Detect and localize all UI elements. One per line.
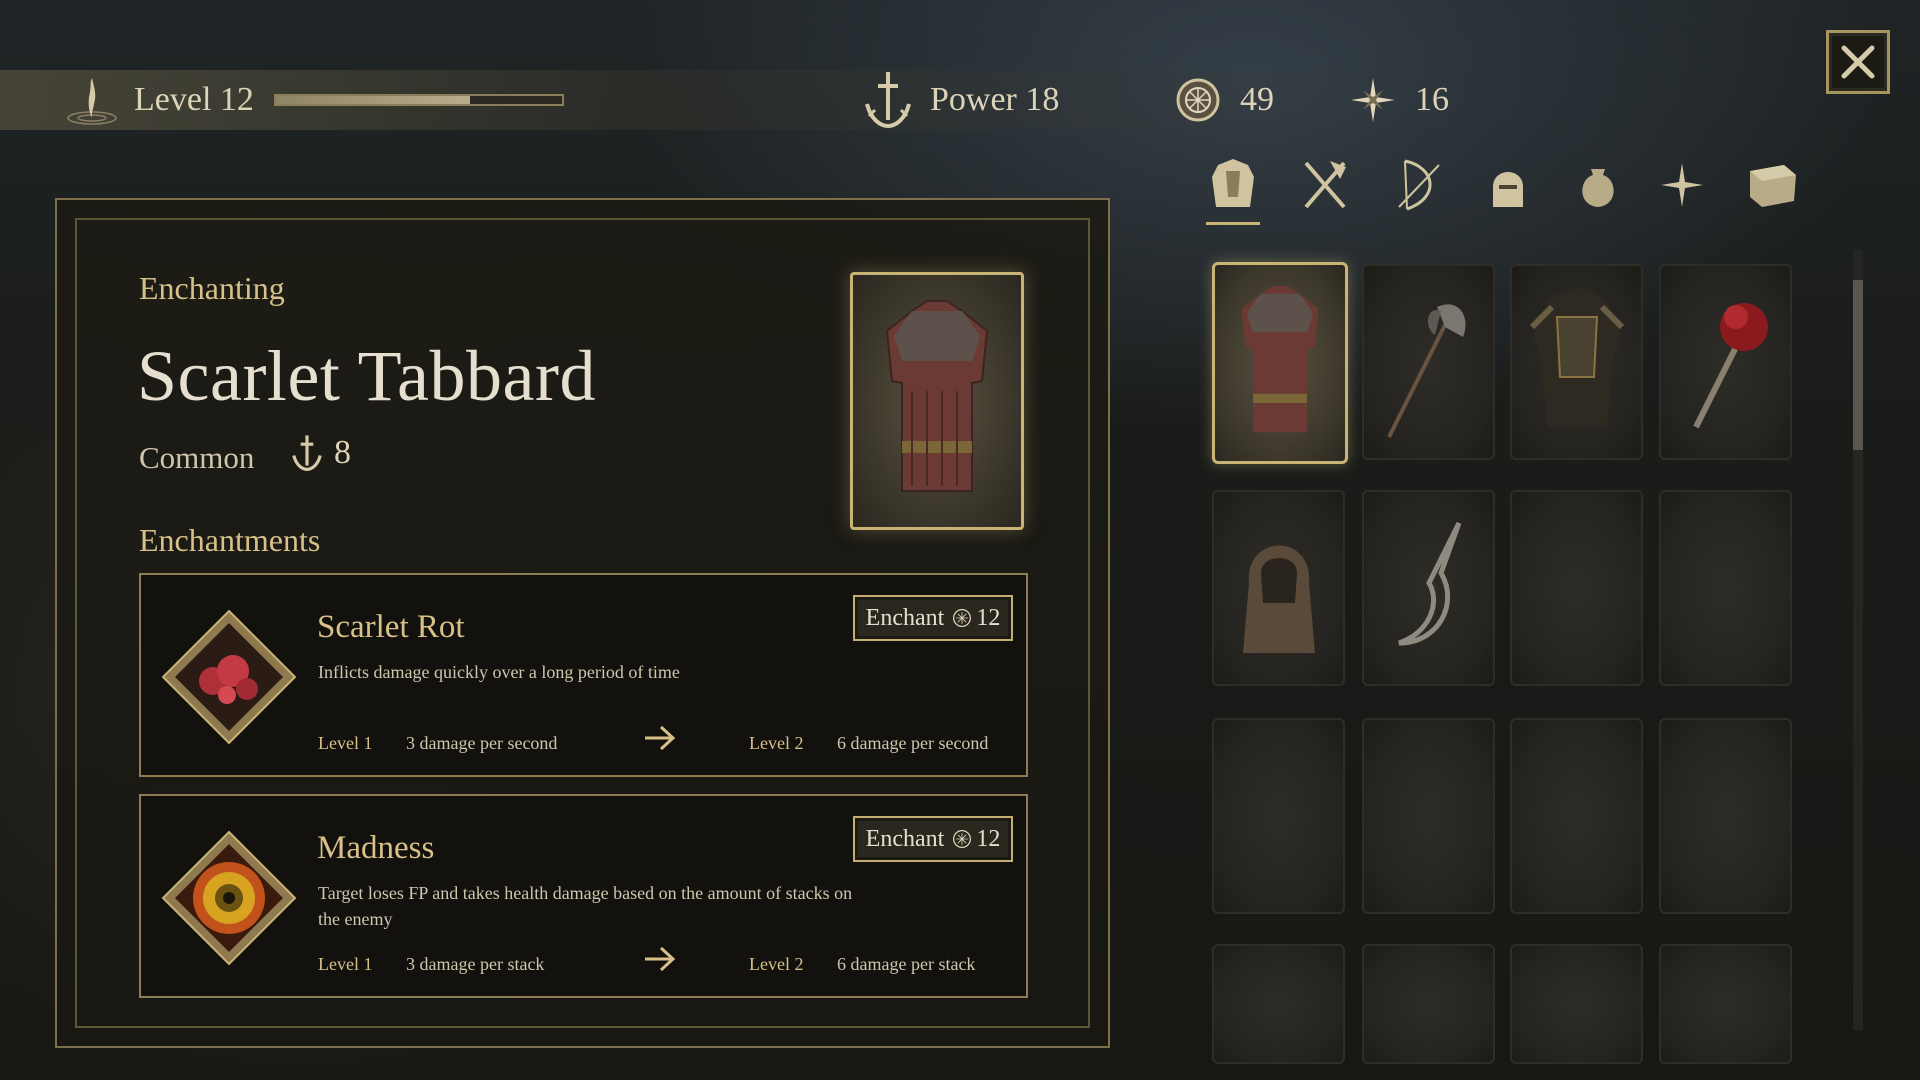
item-power: 8: [290, 432, 351, 474]
enchantment-description: Target loses FP and takes health damage …: [318, 883, 853, 929]
item-title: Scarlet Tabbard: [137, 336, 596, 416]
inventory-slot[interactable]: [1659, 490, 1792, 686]
frame-corner: [55, 198, 115, 253]
enchantment-name: Madness: [317, 830, 435, 866]
from-level: Level 1: [318, 954, 373, 974]
level-text: Level 12: [134, 81, 254, 118]
coins-count: 49: [1240, 81, 1274, 118]
rune-coin-icon: [952, 829, 972, 849]
sickle-icon: [1397, 521, 1461, 646]
enchant-cost: 12: [976, 825, 1001, 852]
tab-spells[interactable]: [1652, 155, 1712, 215]
enchant-button-label: Enchant: [865, 604, 945, 631]
stars-count: 16: [1415, 81, 1449, 118]
inventory-slot[interactable]: [1510, 490, 1643, 686]
enchantments-label: Enchantments: [139, 522, 321, 558]
arrow-right-icon: [645, 725, 676, 751]
pouch-icon: [1582, 169, 1614, 207]
madness-icon: [161, 830, 297, 966]
inventory-slot[interactable]: [1659, 718, 1792, 914]
bow-icon: [1398, 159, 1440, 211]
enchant-button[interactable]: Enchant 12: [853, 595, 1013, 641]
inventory-slot[interactable]: [1510, 264, 1643, 460]
inventory-slot[interactable]: [1212, 718, 1345, 914]
inventory-slot[interactable]: [1362, 718, 1495, 914]
section-label: Enchanting: [139, 270, 285, 306]
inventory-slot[interactable]: [1212, 262, 1348, 464]
item-power-value: 8: [334, 434, 351, 471]
hud-level: Level 12: [64, 75, 564, 125]
rune-coin-icon: [1170, 72, 1226, 128]
to-level: Level 2: [749, 733, 804, 753]
item-rarity: Common: [139, 440, 255, 475]
enchant-button[interactable]: Enchant 12: [853, 816, 1013, 862]
tab-consumables[interactable]: [1568, 155, 1628, 215]
inventory-slot[interactable]: [1362, 944, 1495, 1064]
bundle-icon: [1750, 165, 1796, 207]
dark-armor-icon: [1529, 287, 1624, 427]
tabard-icon: [885, 300, 989, 492]
flame-icon: [64, 72, 120, 128]
armor-icon: [1212, 159, 1254, 207]
enchantment-card: Madness Target loses FP and takes health…: [139, 794, 1028, 998]
helmet-icon: [1493, 172, 1523, 207]
to-value: 6 damage per second: [837, 733, 989, 753]
enchant-cost: 12: [976, 604, 1001, 631]
star-icon: [1345, 72, 1401, 128]
sword-anchor-icon: [860, 72, 916, 129]
halberd-icon: [1386, 304, 1465, 438]
from-value: 3 damage per second: [406, 733, 558, 753]
enchantment-card: Scarlet Rot Inflicts damage quickly over…: [139, 573, 1028, 777]
tab-helmets[interactable]: [1478, 155, 1538, 215]
scarlet-rot-icon: [161, 609, 297, 745]
tab-bows[interactable]: [1390, 155, 1450, 215]
inventory-scroll-thumb[interactable]: [1853, 280, 1863, 450]
frame-corner: [1050, 993, 1110, 1048]
inventory-slot[interactable]: [1212, 490, 1345, 686]
tab-axes[interactable]: [1295, 155, 1355, 215]
tab-armor[interactable]: [1203, 155, 1263, 215]
inventory-slot[interactable]: [1510, 718, 1643, 914]
to-level: Level 2: [749, 954, 804, 974]
from-value: 3 damage per stack: [406, 954, 545, 974]
inventory-slot[interactable]: [1510, 944, 1643, 1064]
arrow-right-icon: [645, 946, 676, 972]
xp-progress-bar: [273, 94, 564, 106]
close-button[interactable]: [1826, 30, 1890, 94]
active-tab-indicator: [1206, 222, 1260, 225]
star-icon: [1661, 163, 1703, 207]
enchantment-name: Scarlet Rot: [317, 609, 465, 645]
hud-stars: 16: [1345, 75, 1449, 125]
hud-coins: 49: [1170, 75, 1274, 125]
hud-power: Power 18: [860, 72, 1060, 129]
inventory-slot[interactable]: [1212, 944, 1345, 1064]
from-level: Level 1: [318, 733, 373, 753]
flail-icon: [1692, 303, 1768, 429]
inventory-slot[interactable]: [1362, 264, 1495, 460]
crossed-axes-icon: [1304, 161, 1346, 209]
inventory-slot[interactable]: [1659, 264, 1792, 460]
close-icon: [1841, 45, 1875, 79]
tab-misc[interactable]: [1742, 155, 1802, 215]
sword-anchor-icon: [292, 435, 322, 471]
to-value: 6 damage per stack: [837, 954, 976, 974]
frame-corner: [1050, 198, 1110, 253]
rune-coin-icon: [952, 608, 972, 628]
xp-progress-fill: [275, 96, 471, 104]
frame-corner: [55, 993, 115, 1048]
enchantment-description: Inflicts damage quickly over a long peri…: [318, 662, 680, 682]
enchant-button-label: Enchant: [865, 825, 945, 852]
inventory-slot[interactable]: [1362, 490, 1495, 686]
hood-icon: [1242, 545, 1315, 653]
tabard-icon: [1241, 286, 1319, 433]
item-preview: [850, 272, 1024, 530]
inventory-slot[interactable]: [1659, 944, 1792, 1064]
power-text: Power 18: [930, 81, 1060, 118]
